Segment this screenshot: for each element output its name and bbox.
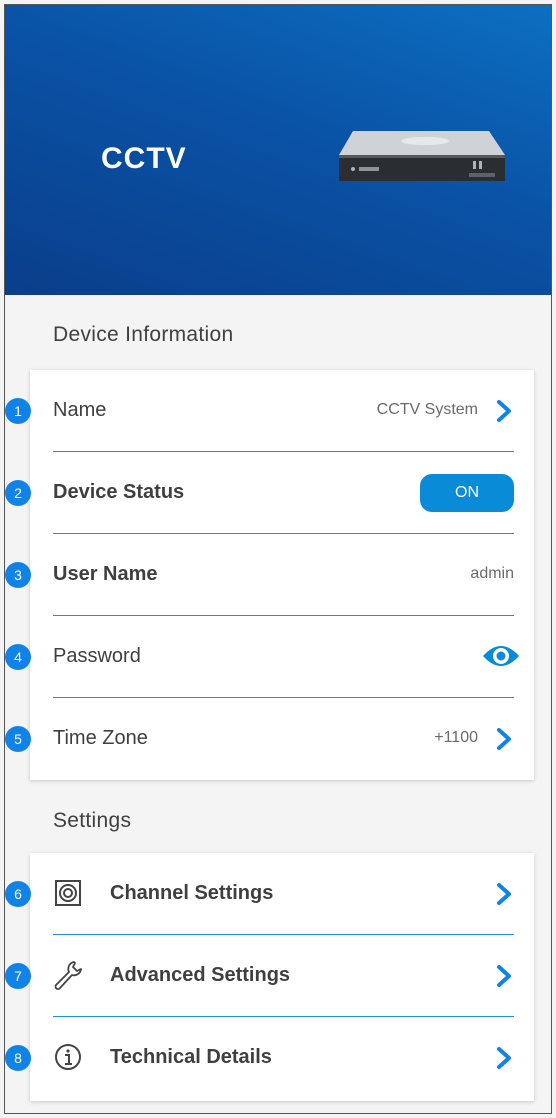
technical-details-label: Technical Details <box>110 1046 272 1068</box>
settings-card: 6 Channel Settings 7 Advanced Settings 8 <box>5 853 534 1101</box>
dvr-device-image <box>339 131 505 181</box>
callout-badge: 3 <box>5 562 31 588</box>
callout-badge: 5 <box>5 726 31 752</box>
info-icon <box>55 1044 81 1070</box>
callout-badge: 1 <box>5 398 31 424</box>
callout-badge: 6 <box>5 881 31 907</box>
time-zone-label: Time Zone <box>53 727 148 749</box>
section-title-device-information: Device Information <box>53 323 234 346</box>
user-name-row: 3 User Name admin <box>5 534 534 616</box>
user-name-value: admin <box>470 565 514 582</box>
chevron-right-icon[interactable] <box>494 727 514 751</box>
device-status-label: Device Status <box>53 481 185 503</box>
advanced-settings-row[interactable]: 7 Advanced Settings <box>5 935 534 1017</box>
callout-badge: 2 <box>5 480 31 506</box>
chevron-right-icon[interactable] <box>494 964 514 988</box>
time-zone-value: +1100 <box>434 729 478 746</box>
header-banner: CCTV <box>5 5 551 295</box>
time-zone-row[interactable]: 5 Time Zone +1100 <box>5 698 534 780</box>
section-title-settings: Settings <box>53 809 132 832</box>
chevron-right-icon[interactable] <box>494 399 514 423</box>
device-status-toggle[interactable]: ON <box>420 474 514 512</box>
eye-icon[interactable] <box>482 642 520 670</box>
app-frame: CCTV Device Information 1 Name CCTV Syst… <box>4 4 552 1114</box>
device-status-row: 2 Device Status ON <box>5 452 534 534</box>
chevron-right-icon[interactable] <box>494 882 514 906</box>
callout-badge: 4 <box>5 644 31 670</box>
password-label: Password <box>53 645 141 667</box>
user-name-label: User Name <box>53 563 158 585</box>
wrench-icon <box>54 961 82 990</box>
callout-badge: 8 <box>5 1045 31 1071</box>
chevron-right-icon[interactable] <box>494 1046 514 1070</box>
device-info-card: 1 Name CCTV System 2 Device Status ON 3 … <box>5 370 534 780</box>
name-label: Name <box>53 399 107 421</box>
page-title: CCTV <box>101 142 187 175</box>
channel-settings-row[interactable]: 6 Channel Settings <box>5 853 534 935</box>
channel-settings-label: Channel Settings <box>110 882 274 904</box>
password-row: 4 Password <box>5 616 534 698</box>
technical-details-row[interactable]: 8 Technical Details <box>5 1017 534 1099</box>
channel-icon <box>55 880 81 906</box>
advanced-settings-label: Advanced Settings <box>110 964 291 986</box>
name-row[interactable]: 1 Name CCTV System <box>5 370 534 452</box>
name-value: CCTV System <box>376 401 478 418</box>
callout-badge: 7 <box>5 963 31 989</box>
